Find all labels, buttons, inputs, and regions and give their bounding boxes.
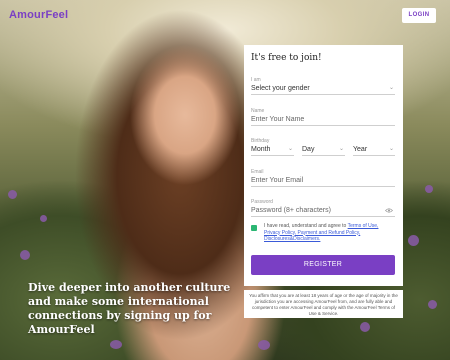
flower-decoration (408, 235, 419, 246)
email-input[interactable]: Enter Your Email (251, 175, 395, 187)
birth-month-select[interactable]: Month ⌄ (251, 144, 294, 156)
form-title: It's free to join! (251, 53, 322, 63)
consent-checkbox[interactable] (251, 225, 257, 231)
consent-prefix: I have read, understand and agree to (264, 223, 347, 229)
gender-select-value: Select your gender (251, 85, 310, 92)
flower-decoration (20, 250, 30, 260)
flower-decoration (360, 322, 370, 332)
birth-day-select[interactable]: Day ⌄ (302, 144, 345, 156)
chevron-down-icon: ⌄ (287, 146, 293, 152)
flower-decoration (428, 300, 437, 309)
chevron-down-icon: ⌄ (388, 85, 394, 91)
flower-decoration (110, 340, 122, 349)
legal-notice: You affirm that you are at least 18 year… (244, 290, 403, 318)
consent-text: I have read, understand and agree to Ter… (264, 223, 396, 243)
register-button[interactable]: REGISTER (251, 255, 395, 275)
password-input[interactable]: Password (8+ characters) (251, 205, 395, 217)
birth-year-value: Year (353, 146, 368, 153)
eye-icon[interactable] (385, 208, 393, 213)
brand-logo[interactable]: AmourFeel (9, 9, 68, 21)
birth-month-value: Month (251, 146, 271, 153)
password-placeholder: Password (8+ characters) (251, 207, 331, 214)
flower-decoration (8, 190, 17, 199)
hero-tagline: Dive deeper into another culture and mak… (28, 281, 231, 336)
birth-day-value: Day (302, 146, 315, 153)
chevron-down-icon: ⌄ (338, 146, 344, 152)
chevron-down-icon: ⌄ (388, 146, 394, 152)
signup-form: It's free to join! I am Select your gend… (244, 45, 403, 286)
privacy-link[interactable]: Privacy Policy, Payment and Refund Polic… (264, 230, 360, 236)
flower-decoration (425, 185, 433, 193)
login-button[interactable]: LOGIN (402, 8, 436, 23)
name-input[interactable]: Enter Your Name (251, 114, 395, 126)
terms-link[interactable]: Terms of Use, (348, 223, 379, 229)
flower-decoration (40, 215, 47, 222)
gender-select[interactable]: Select your gender ⌄ (251, 83, 395, 95)
disclosures-link[interactable]: Disclosures&Disclaimers. (264, 236, 320, 242)
birth-year-select[interactable]: Year ⌄ (353, 144, 395, 156)
flower-decoration (258, 340, 270, 350)
